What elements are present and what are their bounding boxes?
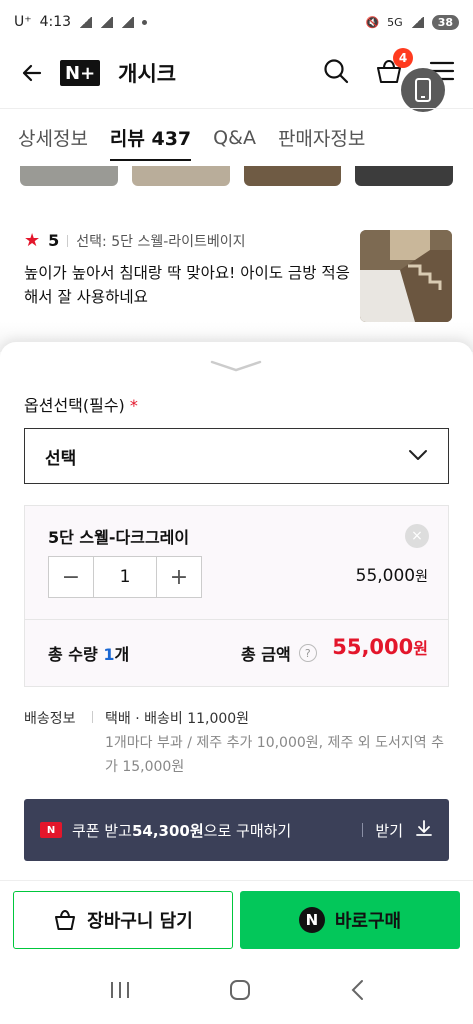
collapse-chevron-icon[interactable] [210,358,262,374]
home-icon[interactable] [229,979,251,1005]
required-mark: * [129,396,138,415]
purchase-action-bar: 장바구니 담기 N 바로구매 [0,880,473,960]
shopping-bag-icon [55,909,76,930]
help-icon[interactable]: ? [298,644,317,662]
system-navigation-bar [0,960,473,1024]
review-thumbnail[interactable] [20,166,118,186]
star-icon: ★ [24,230,41,251]
product-tabs: 상세정보 리뷰 437 Q&A 판매자정보 [0,108,473,166]
status-bar: U⁺ 4:13 🔇 5G 38 [0,0,473,44]
recent-apps-icon[interactable] [109,980,131,1004]
review-photo-strip [20,166,453,186]
smartphone-icon [415,78,431,102]
review-item[interactable]: ★ 5 선택: 5단 스웰-라이트베이지 높이가 높아서 침대랑 딱 맞아요! … [24,230,454,322]
quantity-value[interactable]: 1 [93,557,157,597]
chevron-down-icon [408,446,428,466]
coupon-download-label: 받기 [375,821,403,840]
tab-qna[interactable]: Q&A [213,109,256,167]
signal-icon [121,16,135,28]
divider [25,619,448,620]
divider [92,711,93,723]
review-score: 5 [48,231,60,250]
back-arrow-icon[interactable] [18,59,46,87]
mute-icon: 🔇 [365,15,380,29]
selected-option-box: 5단 스웰-다크그레이 × − 1 + 55,000원 총 수량 1개 총 금액… [24,505,449,687]
selected-option-name: 5단 스웰-다크그레이 [48,528,190,547]
option-label: 옵션선택(필수) * [24,396,138,415]
review-option: 선택: 5단 스웰-라이트베이지 [76,233,246,250]
total-quantity: 총 수량 1개 [48,645,130,664]
divider [67,234,69,247]
shipping-label: 배송정보 [24,711,76,727]
shipping-extra-fees: 1개마다 부과 / 제주 추가 10,000원, 제주 외 도서지역 추가 15… [105,735,444,775]
download-icon [415,819,433,841]
back-icon[interactable] [350,979,364,1005]
review-thumbnail[interactable] [355,166,453,186]
tab-details[interactable]: 상세정보 [18,106,88,169]
network-label: 5G [387,15,403,29]
total-amount: 55,000원 [332,635,428,659]
decrease-quantity-button[interactable]: − [49,557,93,597]
coupon-price: 54,300원 [131,821,204,840]
remove-option-button[interactable]: × [405,524,429,548]
naver-n-icon: N [40,822,62,838]
notification-dot-icon [142,19,148,25]
naver-plus-logo[interactable]: N+ [60,60,101,86]
coupon-banner[interactable]: N 쿠폰 받고 54,300원 으로 구매하기 받기 [24,799,449,861]
quantity-stepper: − 1 + [48,556,202,598]
review-photo[interactable] [360,230,452,322]
divider [362,823,364,837]
cart-button[interactable]: 4 [375,48,413,88]
tab-reviews[interactable]: 리뷰 437 [109,106,192,169]
option-bottom-sheet: 옵션선택(필수) * 선택 5단 스웰-다크그레이 × − 1 + 55,000… [0,342,473,882]
option-price: 55,000원 [355,566,428,586]
option-select-value: 선택 [45,448,77,469]
tab-seller-info[interactable]: 판매자정보 [278,106,365,169]
buy-now-button[interactable]: N 바로구매 [240,891,460,949]
search-icon[interactable] [323,58,349,88]
total-amount-label: 총 금액 ? [241,641,317,665]
naver-n-icon: N [298,907,325,933]
increase-quantity-button[interactable]: + [157,557,201,597]
signal-icon [410,16,424,28]
review-thumbnail[interactable] [131,166,230,186]
battery-indicator: 38 [431,14,459,30]
shipping-fee: 택배 · 배송비 11,000원 [105,711,250,727]
signal-icon [79,16,93,28]
option-select[interactable]: 선택 [24,428,449,484]
cart-count-badge: 4 [393,48,413,68]
phone-floating-button[interactable] [401,68,445,112]
review-text: 높이가 높아서 침대랑 딱 맞아요! 아이도 금방 적응해서 잘 사용하네요 [24,264,350,306]
review-thumbnail[interactable] [243,166,342,186]
carrier-label: U⁺ [14,14,32,30]
signal-icon [100,16,114,28]
status-time: 4:13 [39,14,72,30]
add-to-cart-button[interactable]: 장바구니 담기 [13,891,233,949]
store-name[interactable]: 개시크 [118,58,176,88]
